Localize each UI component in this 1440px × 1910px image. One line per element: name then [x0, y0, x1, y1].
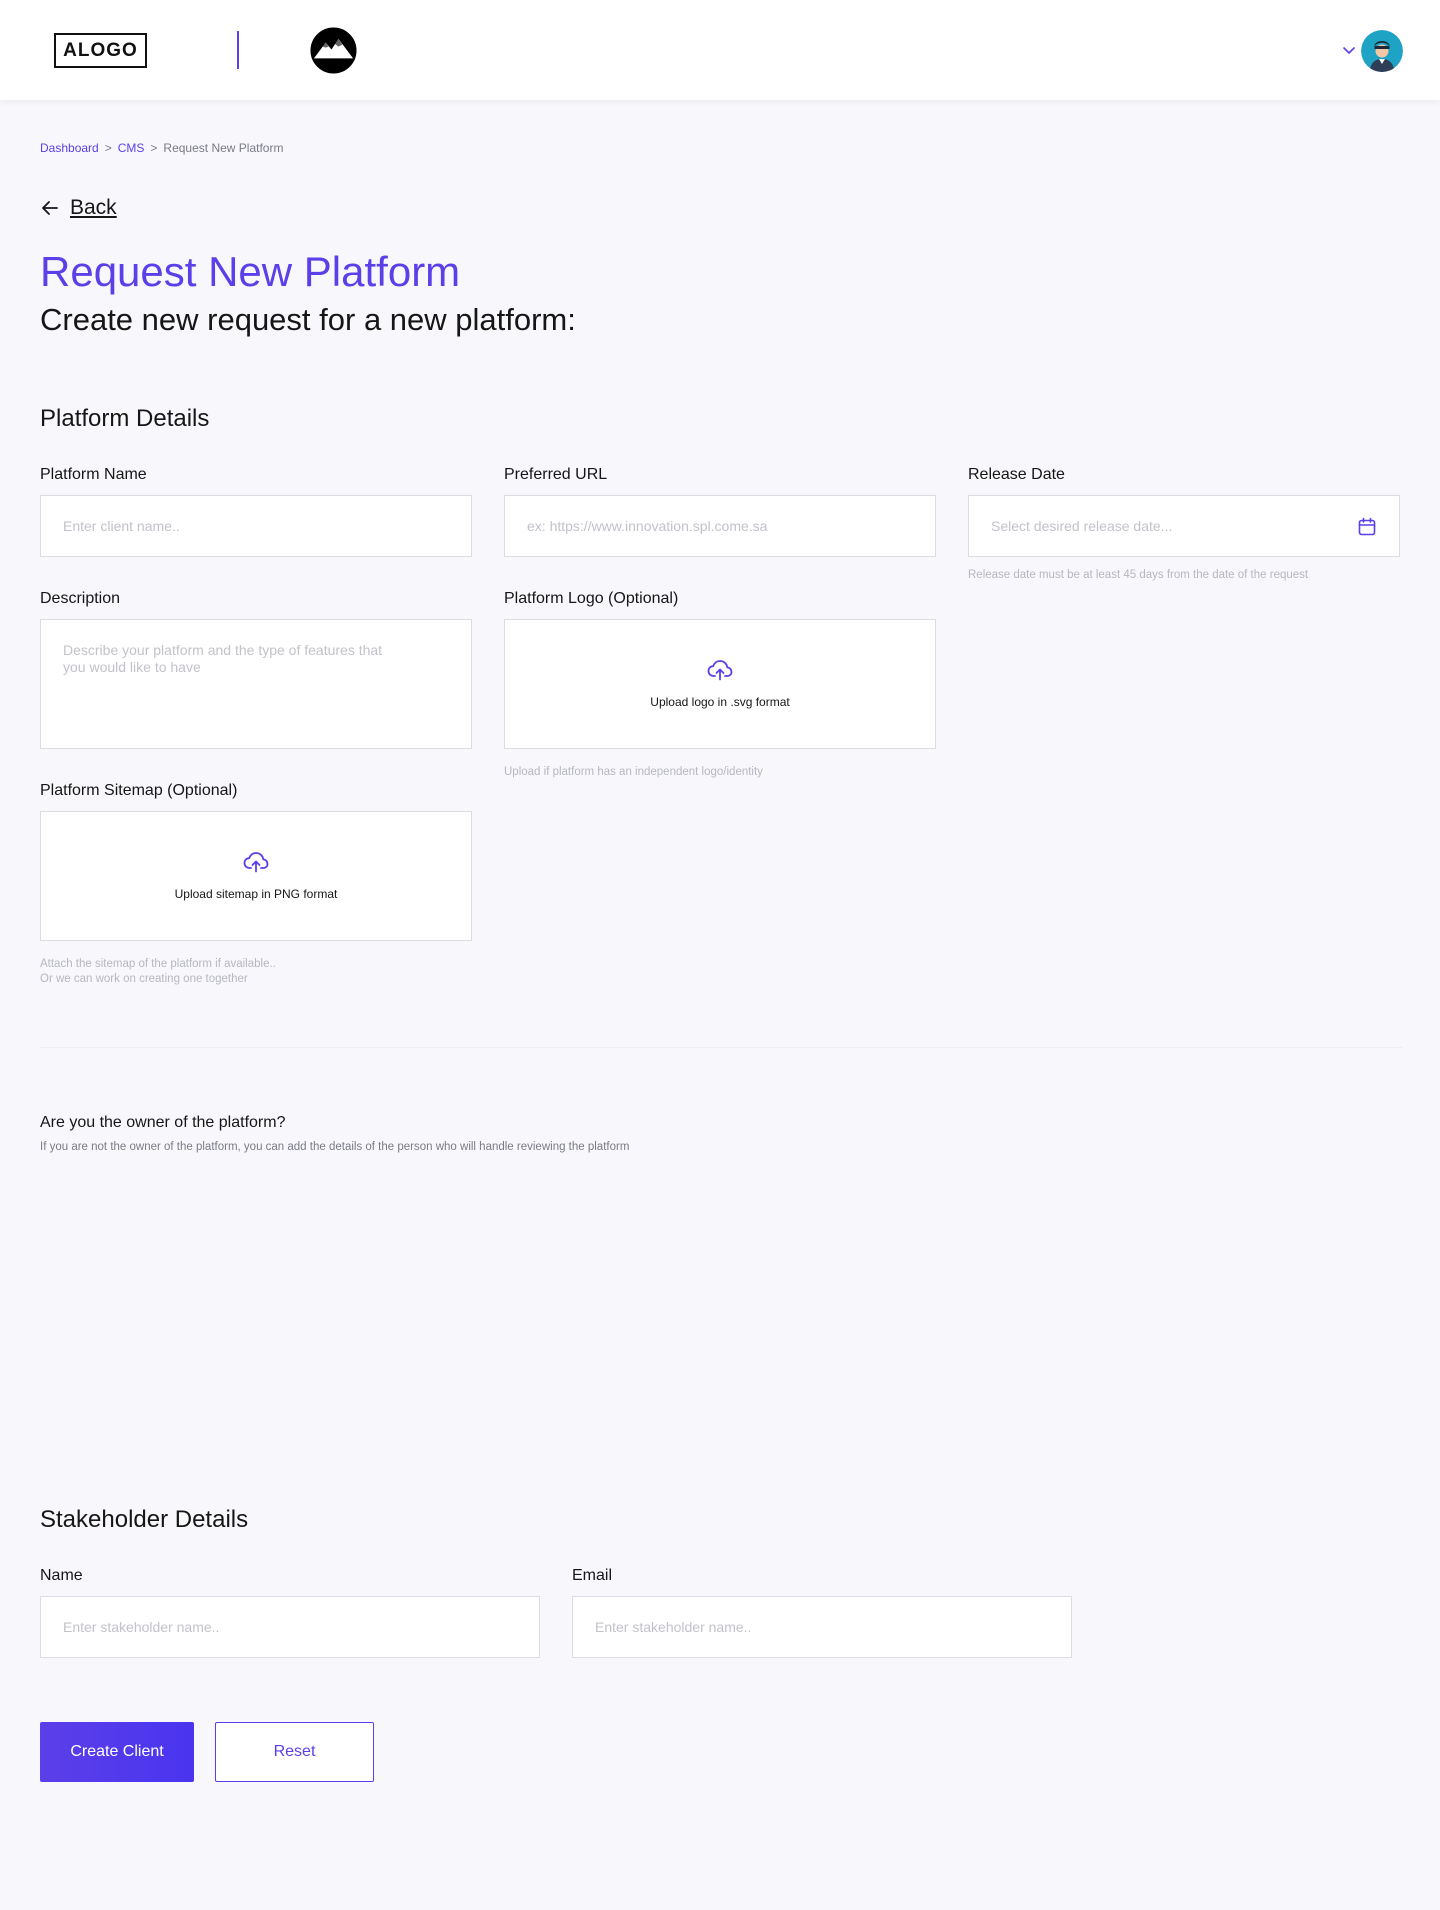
section-divider — [40, 1047, 1402, 1048]
release-date-label: Release Date — [968, 466, 1065, 483]
sitemap-helper-line2: Or we can work on creating one together — [40, 973, 248, 985]
preferred-url-input[interactable] — [527, 518, 913, 534]
stakeholder-name-input[interactable] — [63, 1619, 517, 1635]
stakeholder-details-title: Stakeholder Details — [40, 1506, 249, 1533]
owner-question: Are you the owner of the platform? — [40, 1114, 286, 1131]
sitemap-upload-text: Upload sitemap in PNG format — [174, 887, 338, 901]
reset-button[interactable]: Reset — [215, 1722, 374, 1782]
platform-logo-label: Platform Logo (Optional) — [504, 590, 679, 607]
stakeholder-email-label: Email — [572, 1567, 613, 1584]
release-date-helper: Release date must be at least 45 days fr… — [968, 569, 1309, 581]
platform-sitemap-label: Platform Sitemap (Optional) — [40, 782, 238, 799]
preferred-url-field[interactable] — [504, 495, 936, 557]
preferred-url-label: Preferred URL — [504, 466, 608, 483]
breadcrumb-separator: > — [150, 141, 158, 155]
create-client-button[interactable]: Create Client — [40, 1722, 194, 1782]
stakeholder-email-input[interactable] — [595, 1619, 1049, 1635]
stakeholder-name-label: Name — [40, 1567, 83, 1584]
mountain-logo-icon[interactable] — [310, 27, 357, 74]
owner-note: If you are not the owner of the platform… — [40, 1141, 630, 1153]
platform-name-label: Platform Name — [40, 466, 147, 483]
platform-details-title: Platform Details — [40, 405, 210, 432]
logo-upload-text: Upload logo in .svg format — [650, 695, 790, 709]
stakeholder-name-field[interactable] — [40, 1596, 540, 1658]
description-field[interactable] — [40, 619, 472, 749]
release-date-input[interactable] — [991, 518, 1377, 534]
breadcrumb: Dashboard > CMS > Request New Platform — [40, 141, 283, 155]
release-date-field[interactable] — [968, 495, 1400, 557]
description-label: Description — [40, 590, 121, 607]
logo-helper: Upload if platform has an independent lo… — [504, 766, 763, 778]
user-avatar[interactable] — [1361, 30, 1403, 72]
back-label: Back — [70, 196, 117, 219]
calendar-icon[interactable] — [1357, 517, 1377, 537]
chevron-down-icon[interactable] — [1341, 42, 1357, 58]
description-textarea[interactable] — [63, 642, 403, 726]
back-link[interactable]: Back — [40, 196, 117, 220]
header-divider — [237, 31, 239, 69]
sitemap-helper: Attach the sitemap of the platform if av… — [40, 957, 276, 987]
cloud-upload-icon — [707, 660, 733, 681]
sitemap-helper-line1: Attach the sitemap of the platform if av… — [40, 958, 276, 970]
arrow-left-icon — [42, 201, 58, 215]
stakeholder-email-field[interactable] — [572, 1596, 1072, 1658]
logo-upload-dropzone[interactable]: Upload logo in .svg format — [504, 619, 936, 749]
breadcrumb-dashboard[interactable]: Dashboard — [40, 141, 99, 155]
brand-logo[interactable]: ALOGO — [54, 33, 147, 68]
cloud-upload-icon — [243, 852, 269, 873]
platform-name-input[interactable] — [63, 518, 449, 534]
top-header: ALOGO — [0, 0, 1440, 100]
platform-name-field[interactable] — [40, 495, 472, 557]
sitemap-upload-dropzone[interactable]: Upload sitemap in PNG format — [40, 811, 472, 941]
breadcrumb-cms[interactable]: CMS — [118, 141, 145, 155]
page-title: Request New Platform — [40, 248, 461, 295]
breadcrumb-current: Request New Platform — [163, 141, 284, 155]
page-subtitle: Create new request for a new platform: — [40, 302, 576, 337]
breadcrumb-separator: > — [104, 141, 112, 155]
